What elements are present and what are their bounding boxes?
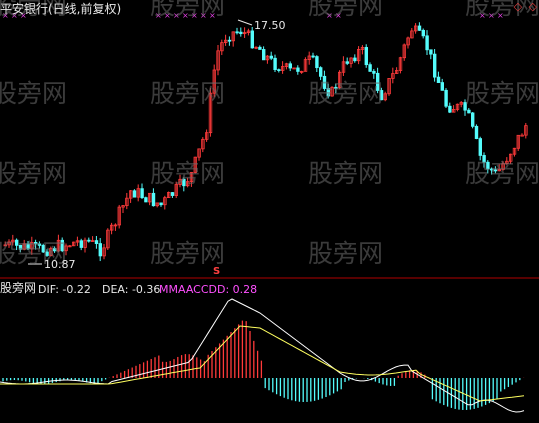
watermark: 股旁网 [0,79,68,108]
candle-body [79,240,83,248]
watermark: 股旁网 [150,0,226,20]
candle-body [277,69,281,72]
candle-body [132,190,137,198]
candle-body [478,138,482,156]
dea-value: DEA: -0.36 [102,283,161,296]
watermark: 股旁网 [150,79,226,108]
watermark: 股旁网 [465,79,539,108]
candle-body [159,202,163,206]
watermark: 股旁网 [308,0,384,20]
watermark: 股旁网 [465,159,539,188]
candle-body [474,125,479,139]
candle-body [292,67,296,70]
candle-body [87,239,91,242]
signal-marker: S [213,266,221,277]
watermark: 股旁网 [0,159,68,188]
candle-body [250,30,254,49]
close-icon[interactable]: ◇ [529,0,537,13]
candle-body [353,57,357,62]
indicator-name: 股旁网 [0,281,37,295]
high-price-label: 17.50 [254,19,286,32]
candle-body [261,49,266,61]
candle-body [94,240,99,244]
candle-body [429,49,433,55]
candle-body [368,64,372,72]
high-pointer [237,19,253,26]
chart-canvas[interactable]: × × × × × × × × × × × × × × × [0,0,539,423]
watermark: 股旁网 [308,159,384,188]
candle-body [520,134,524,137]
candle-body [417,25,422,31]
candle-body [432,53,437,78]
watermark: 股旁网 [150,159,226,188]
candle-body [258,46,262,50]
candle-body [425,35,429,51]
candle-body [345,61,349,64]
candle-body [467,109,471,114]
candle-body [296,67,300,72]
candle-body [444,89,448,107]
candle-body [151,192,156,207]
candle-body [470,112,475,127]
restore-icon[interactable]: ◇ [514,0,522,13]
candle-body [288,63,292,69]
candle-body [140,188,144,199]
candle-body [448,105,452,113]
candle-body [436,76,441,83]
candle-body [440,82,444,91]
candle-body [170,192,175,196]
stock-chart-window[interactable]: × × × × × × × × × × × × × × × 股旁网 股旁网 股旁网 股旁网 股旁网 股旁网 股旁网 股旁网… [0,0,539,423]
candle-body [315,56,319,69]
candle-body [227,39,232,42]
candle-body [421,29,425,37]
watermark: 股旁网 [308,239,384,268]
chart-title: 平安银行(日线,前复权) [0,2,122,16]
window-controls[interactable]: ◇ ◇ [511,0,537,13]
candle-body [144,197,148,203]
low-price-label: 10.87 [44,258,76,271]
dif-value: DIF: -0.22 [38,283,91,296]
candle-body [364,47,368,66]
dif-line [0,298,525,413]
candle-body [269,55,273,59]
candle-body [98,243,102,257]
candle-body [273,57,277,71]
watermark: 股旁网 [308,79,384,108]
candle-body [311,55,315,58]
candle-body [235,31,239,34]
candle-body [239,31,243,35]
mmaac-value: MMAACCDD: 0.28 [159,283,258,296]
